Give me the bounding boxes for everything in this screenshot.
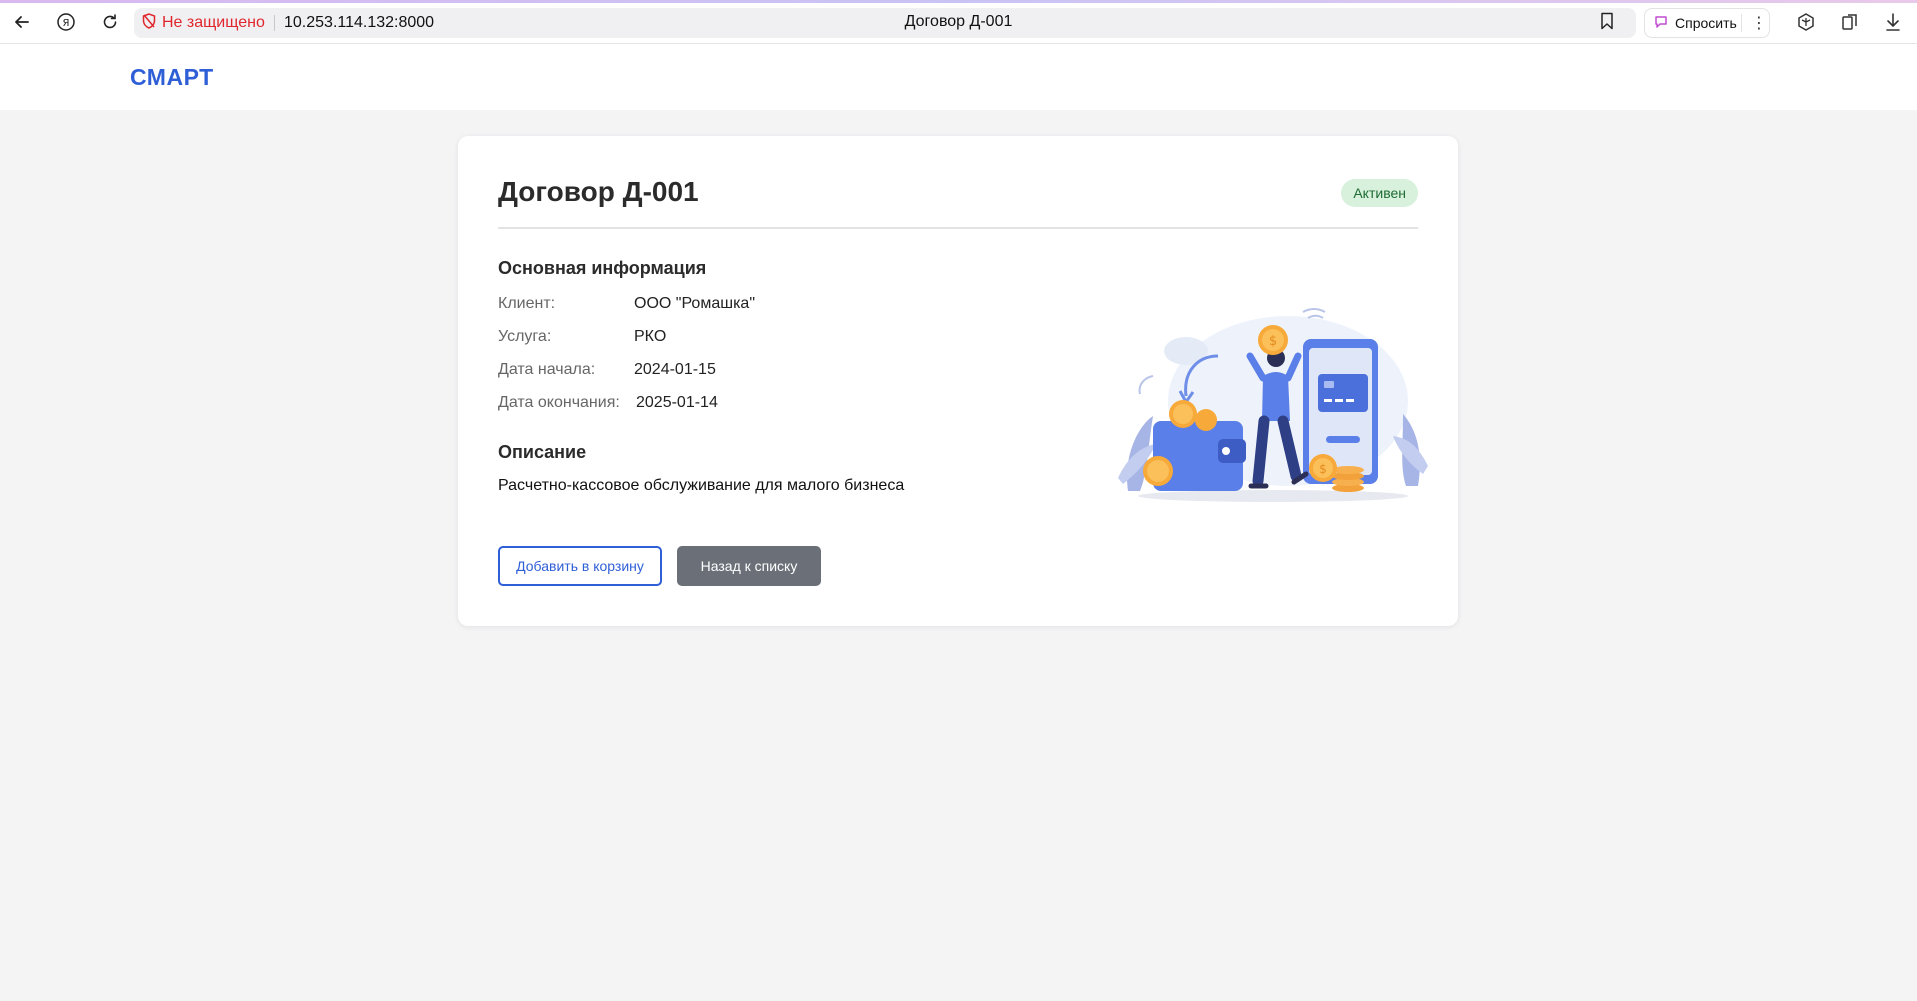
svg-text:$: $ — [1319, 462, 1327, 476]
collections-icon[interactable] — [1840, 12, 1860, 37]
end-date-label: Дата окончания: — [498, 394, 620, 411]
shield-warning-icon — [142, 12, 156, 34]
service-label: Услуга: — [498, 328, 552, 345]
back-arrow-icon[interactable] — [10, 10, 34, 34]
add-to-cart-button[interactable]: Добавить в корзину — [498, 546, 662, 586]
status-badge: Активен — [1341, 179, 1418, 207]
client-value: ООО "Ромашка" — [634, 295, 755, 312]
reload-icon[interactable] — [98, 10, 122, 34]
svg-text:$: $ — [1269, 334, 1277, 349]
yandex-icon[interactable]: Я — [54, 10, 78, 34]
browser-toolbar: Я Не защищено 10.253.114.132:8000 Догово… — [0, 0, 1917, 44]
end-date-value: 2025-01-14 — [636, 394, 718, 411]
contract-card: Договор Д-001 Активен Основная информаци… — [458, 136, 1458, 626]
service-value: РКО — [634, 328, 667, 345]
more-icon[interactable]: ⋮ — [1751, 13, 1767, 33]
ask-icon — [1653, 14, 1669, 33]
security-indicator[interactable]: Не защищено — [142, 12, 265, 34]
ask-button[interactable]: Спросить ⋮ — [1644, 8, 1770, 38]
site-logo[interactable]: СМАРТ — [130, 64, 214, 91]
site-header: СМАРТ — [0, 44, 1917, 110]
ask-label: Спросить — [1675, 15, 1737, 31]
security-label: Не защищено — [162, 14, 265, 31]
description-heading: Описание — [498, 442, 587, 462]
page-title: Договор Д-001 — [498, 176, 699, 207]
svg-text:Я: Я — [63, 18, 70, 29]
url-separator — [274, 15, 275, 31]
client-label: Клиент: — [498, 295, 556, 312]
ask-separator — [1741, 14, 1742, 32]
finance-illustration: $ $ — [1118, 296, 1428, 506]
download-icon[interactable] — [1884, 12, 1902, 37]
url-text[interactable]: 10.253.114.132:8000 — [284, 14, 434, 32]
title-divider — [498, 227, 1418, 229]
start-date-label: Дата начала: — [498, 361, 596, 378]
extension-icon[interactable] — [1796, 12, 1816, 37]
back-to-list-button[interactable]: Назад к списку — [677, 546, 821, 586]
main-info-heading: Основная информация — [498, 258, 707, 278]
description-text: Расчетно-кассовое обслуживание для малог… — [498, 477, 905, 494]
bookmark-icon[interactable] — [1600, 12, 1614, 35]
start-date-value: 2024-01-15 — [634, 361, 716, 378]
address-bar[interactable]: Не защищено 10.253.114.132:8000 — [134, 8, 1636, 38]
